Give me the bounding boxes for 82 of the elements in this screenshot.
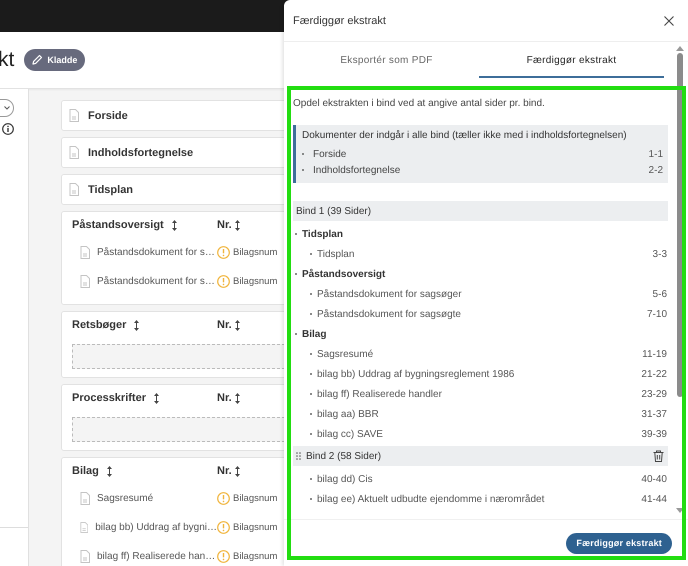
dialog-title: Færdiggør ekstrakt bbox=[293, 14, 386, 26]
document-icon bbox=[80, 492, 90, 505]
column-header: Nr. bbox=[217, 392, 232, 404]
scroll-down-icon[interactable] bbox=[676, 508, 684, 513]
document-name: bilag aa) BBR bbox=[317, 408, 379, 420]
card-title: Tidsplan bbox=[88, 184, 134, 196]
sort-icon[interactable] bbox=[134, 320, 140, 330]
document-name[interactable]: Påstandsdokument for s… bbox=[97, 276, 215, 287]
exhibit-number: Bilagsnum bbox=[233, 522, 278, 533]
document-name[interactable]: bilag bb) Uddrag af bygni… bbox=[95, 522, 217, 533]
document-icon bbox=[69, 109, 79, 122]
sort-icon[interactable] bbox=[154, 392, 159, 404]
page-range: 23-29 bbox=[641, 388, 667, 400]
group-name: Påstandsoversigt bbox=[302, 268, 386, 280]
exhibit-number: Bilagsnum bbox=[233, 551, 278, 562]
info-icon[interactable] bbox=[2, 123, 14, 135]
close-icon[interactable] bbox=[664, 16, 674, 26]
document-name: Tidsplan bbox=[317, 248, 354, 260]
column-header: Nr. bbox=[217, 219, 232, 231]
page-range: 3-3 bbox=[652, 248, 667, 260]
document-icon bbox=[80, 521, 88, 534]
pencil-icon bbox=[31, 54, 44, 66]
page-range: 40-40 bbox=[641, 474, 667, 484]
document-icon bbox=[69, 146, 79, 159]
tab[interactable]: Færdiggør ekstrakt bbox=[479, 42, 664, 78]
document-name: bilag bb) Uddrag af bygningsreglement 1986 bbox=[317, 368, 514, 380]
section-title: Processkrifter bbox=[72, 392, 146, 404]
page-range: 41-44 bbox=[641, 494, 667, 504]
document-name[interactable]: bilag ff) Realiserede han… bbox=[97, 551, 216, 562]
column-header: Nr. bbox=[217, 465, 232, 477]
instruction-text: Opdel ekstrakten i bind ved at angive antal sider pr. bind. bbox=[293, 98, 546, 109]
card-title: Forside bbox=[88, 110, 128, 122]
document-name: bilag ff) Realiserede handler bbox=[317, 388, 442, 400]
page-range: 5-6 bbox=[652, 288, 667, 300]
section-title: Retsbøger bbox=[72, 319, 126, 331]
document-icon bbox=[69, 183, 79, 196]
document-name[interactable]: Påstandsdokument for s… bbox=[97, 247, 215, 258]
sort-icon[interactable] bbox=[234, 466, 240, 476]
finish-button[interactable]: Færdiggør ekstrakt bbox=[566, 532, 672, 554]
document-name: Sagsresumé bbox=[317, 348, 374, 360]
page-range: 7-10 bbox=[646, 308, 667, 320]
column-header: Nr. bbox=[217, 319, 232, 331]
sort-icon[interactable] bbox=[106, 466, 112, 476]
drag-handle-icon[interactable] bbox=[296, 452, 301, 460]
document-icon bbox=[80, 550, 90, 563]
volume-title: Bind 1 (39 Sider) bbox=[296, 206, 372, 216]
document-name: Påstandsdokument for sagsøger bbox=[317, 288, 462, 300]
section-title: Bilag bbox=[72, 465, 99, 477]
volume-title: Bind 2 (58 Sider) bbox=[306, 450, 382, 462]
trash-icon[interactable] bbox=[653, 450, 664, 462]
sort-icon[interactable] bbox=[234, 320, 240, 330]
exhibit-number: Bilagsnum bbox=[233, 276, 278, 287]
exhibit-number: Bilagsnum bbox=[233, 493, 278, 504]
document-name: bilag dd) Cis bbox=[317, 474, 373, 484]
chevron-down-icon bbox=[4, 106, 10, 110]
document-name: bilag ee) Aktuelt udbudte ejendomme i nærområdet bbox=[317, 494, 544, 504]
group-name: Tidsplan bbox=[302, 228, 343, 240]
document-icon bbox=[80, 246, 90, 259]
exhibit-number: Bilagsnum bbox=[233, 247, 278, 258]
document-name: bilag cc) SAVE bbox=[317, 428, 383, 440]
document-name: Forside bbox=[313, 148, 346, 160]
tab[interactable]: Eksportér som PDF bbox=[294, 42, 479, 78]
document-name[interactable]: Sagsresumé bbox=[97, 493, 154, 504]
page-range: 39-39 bbox=[641, 428, 667, 440]
scrollbar[interactable] bbox=[676, 46, 684, 513]
info-box-heading: Dokumenter der indgår i alle bind (tæller ikke med i indholdsfortegnelsen) bbox=[302, 130, 628, 141]
status-badge: Kladde bbox=[24, 49, 86, 71]
page-range: 11-19 bbox=[642, 348, 667, 360]
section-title: Påstandsoversigt bbox=[72, 219, 164, 231]
card-title: Indholdsfortegnelse bbox=[88, 146, 194, 158]
sort-icon[interactable] bbox=[234, 220, 240, 230]
document-name: Påstandsdokument for sagsøgte bbox=[317, 308, 461, 320]
document-name: Indholdsfortegnelse bbox=[313, 164, 400, 176]
sort-icon[interactable] bbox=[234, 392, 240, 404]
page-range: 1-1 bbox=[648, 148, 663, 160]
page-range: 31-37 bbox=[641, 408, 667, 420]
sort-icon[interactable] bbox=[172, 220, 177, 230]
group-name: Bilag bbox=[302, 328, 326, 340]
document-icon bbox=[80, 275, 90, 288]
scroll-up-icon[interactable] bbox=[676, 46, 684, 51]
page-range: 2-2 bbox=[648, 164, 663, 176]
page-range: 21-22 bbox=[641, 368, 667, 380]
